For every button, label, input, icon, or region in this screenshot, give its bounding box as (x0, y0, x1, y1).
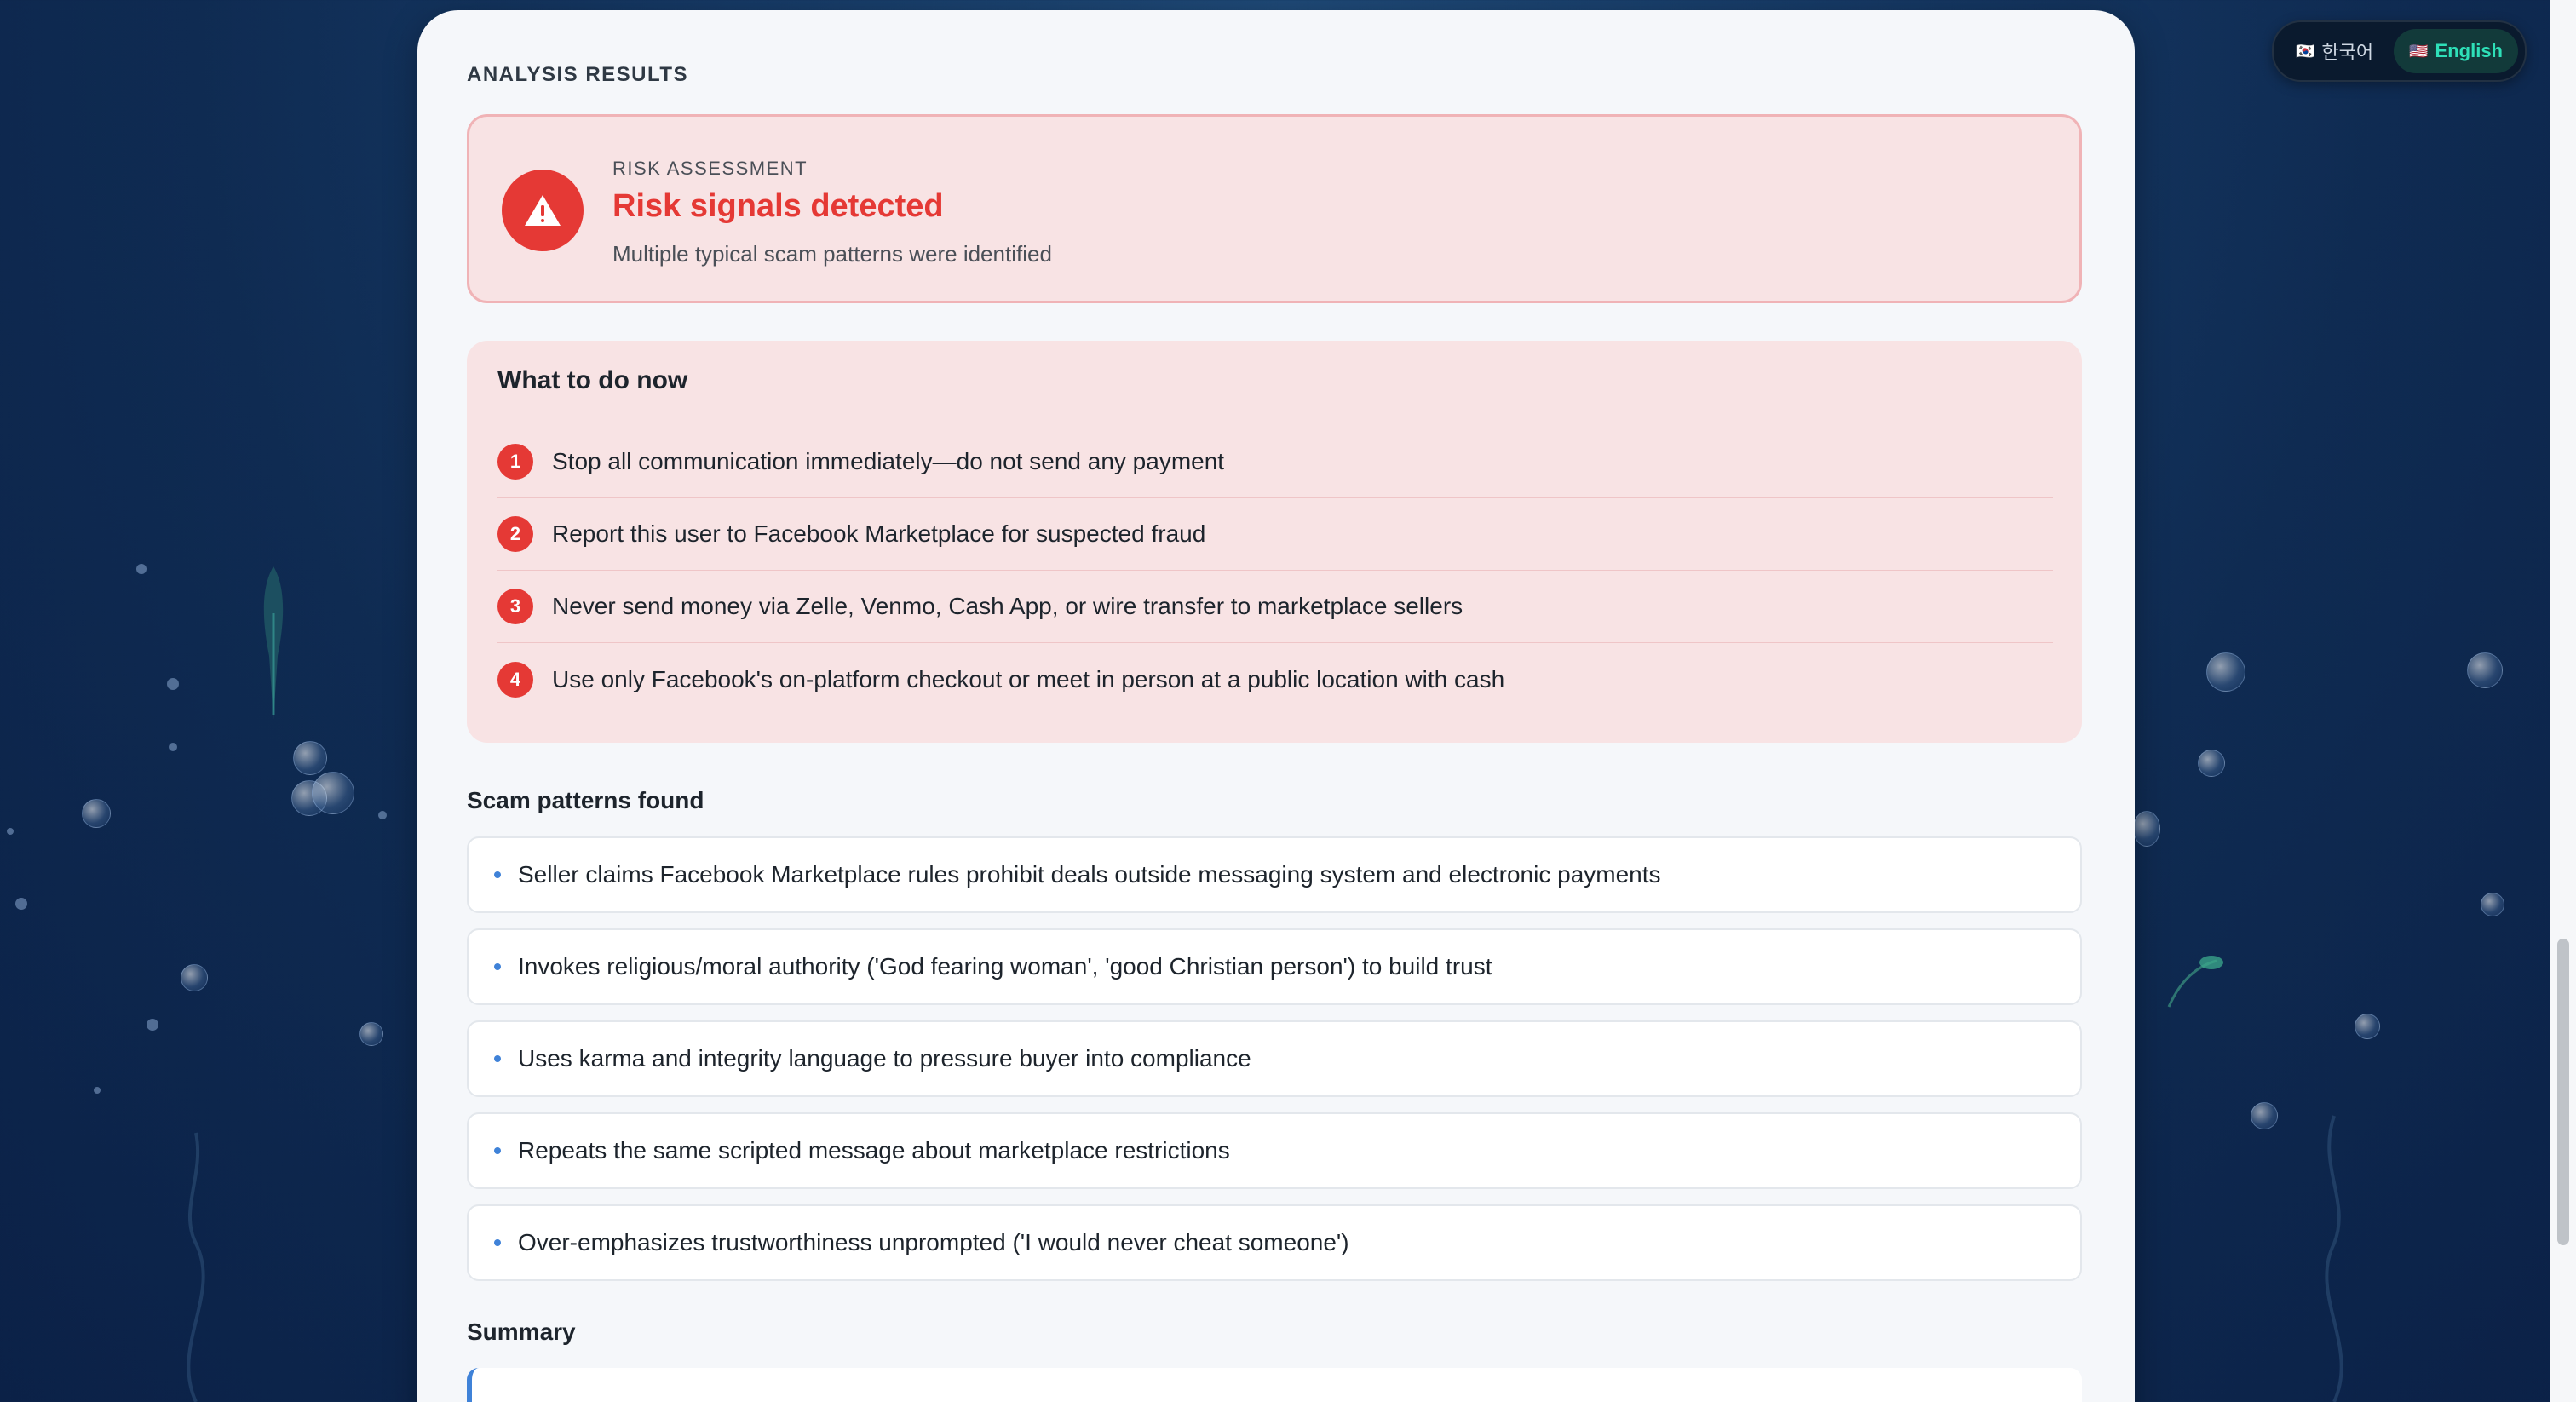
bubble-decoration (359, 1022, 383, 1046)
korea-flag-icon: 🇰🇷 (2295, 42, 2315, 60)
risk-subtitle: Multiple typical scam patterns were iden… (612, 241, 1052, 267)
pattern-text: Over-emphasizes trustworthiness unprompt… (518, 1229, 1349, 1255)
risk-assessment-box: RISK ASSESSMENT Risk signals detected Mu… (467, 114, 2082, 303)
bubble-decoration (82, 799, 111, 828)
speck-decoration (94, 1087, 101, 1094)
step-number-badge: 1 (497, 444, 533, 480)
lang-korean-button[interactable]: 🇰🇷 한국어 (2280, 29, 2389, 73)
pattern-item: Invokes religious/moral authority ('God … (467, 928, 2082, 1005)
step-number-badge: 4 (497, 661, 533, 698)
lang-english-button[interactable]: 🇺🇸 English (2394, 29, 2518, 73)
action-text: Report this user to Facebook Marketplace… (552, 520, 1206, 547)
bubble-decoration (2133, 811, 2160, 847)
bullet-icon (494, 1147, 501, 1154)
analysis-results-heading: ANALYSIS RESULTS (467, 63, 689, 86)
action-item: 3 Never send money via Zelle, Venmo, Cas… (497, 571, 2053, 643)
pattern-item: Over-emphasizes trustworthiness unprompt… (467, 1204, 2082, 1281)
action-item: 4 Use only Facebook's on-platform checko… (497, 643, 2053, 715)
analysis-card: ANALYSIS RESULTS RISK ASSESSMENT Risk si… (417, 10, 2135, 1402)
bullet-icon (494, 963, 501, 970)
us-flag-icon: 🇺🇸 (2409, 42, 2429, 60)
what-to-do-title: What to do now (497, 366, 688, 394)
scam-patterns-title: Scam patterns found (467, 787, 704, 813)
speck-decoration (136, 564, 147, 574)
action-text: Stop all communication immediately—do no… (552, 448, 1225, 474)
bullet-icon (494, 1239, 501, 1246)
bubble-decoration (2467, 652, 2503, 688)
seaweed-decoration (187, 1132, 205, 1402)
risk-title: Risk signals detected (612, 188, 944, 224)
leaf-decoration (2167, 956, 2223, 1008)
action-item: 2 Report this user to Facebook Marketpla… (497, 498, 2053, 571)
speck-decoration (15, 898, 27, 910)
speck-decoration (147, 1019, 158, 1031)
step-number-badge: 3 (497, 589, 533, 624)
action-text: Never send money via Zelle, Venmo, Cash … (552, 593, 1463, 619)
risk-assessment-kicker: RISK ASSESSMENT (612, 158, 808, 179)
bubble-decoration (291, 780, 327, 816)
pattern-text: Uses karma and integrity language to pre… (518, 1045, 1251, 1072)
action-text: Use only Facebook's on-platform checkout… (552, 665, 1505, 692)
pattern-item: Repeats the same scripted message about … (467, 1112, 2082, 1189)
what-to-do-box: What to do now 1 Stop all communication … (467, 341, 2082, 743)
warning-icon (502, 170, 584, 251)
lang-english-label: English (2435, 40, 2503, 61)
bubble-decoration (2355, 1014, 2380, 1039)
bullet-icon (494, 1055, 501, 1062)
pattern-item: Seller claims Facebook Marketplace rules… (467, 836, 2082, 913)
language-switcher: 🇰🇷 한국어 🇺🇸 English (2271, 20, 2527, 82)
bubble-decoration (2206, 652, 2245, 692)
action-list: 1 Stop all communication immediately—do … (497, 426, 2053, 715)
bullet-icon (494, 871, 501, 878)
speck-decoration (7, 828, 14, 835)
seaweed-decoration (2325, 1115, 2343, 1402)
bubble-decoration (312, 772, 354, 814)
scam-pattern-list: Seller claims Facebook Marketplace rules… (467, 836, 2082, 1296)
squid-silhouette-decoration (263, 566, 284, 720)
scrollbar-thumb[interactable] (2557, 939, 2569, 1245)
page-scrollbar[interactable] (2550, 0, 2576, 1402)
speck-decoration (169, 743, 177, 751)
step-number-badge: 2 (497, 516, 533, 552)
summary-title: Summary (467, 1319, 576, 1345)
action-item: 1 Stop all communication immediately—do … (497, 426, 2053, 498)
bubble-decoration (2198, 750, 2225, 777)
bubble-decoration (293, 741, 327, 775)
summary-box (467, 1368, 2082, 1402)
pattern-text: Seller claims Facebook Marketplace rules… (518, 861, 1661, 888)
bubble-decoration (181, 964, 208, 991)
bubble-decoration (2251, 1102, 2278, 1129)
lang-korean-label: 한국어 (2321, 42, 2374, 63)
pattern-item: Uses karma and integrity language to pre… (467, 1020, 2082, 1097)
speck-decoration (167, 678, 179, 690)
speck-decoration (378, 811, 387, 819)
bubble-decoration (2481, 893, 2504, 916)
pattern-text: Repeats the same scripted message about … (518, 1137, 1230, 1164)
pattern-text: Invokes religious/moral authority ('God … (518, 953, 1492, 980)
